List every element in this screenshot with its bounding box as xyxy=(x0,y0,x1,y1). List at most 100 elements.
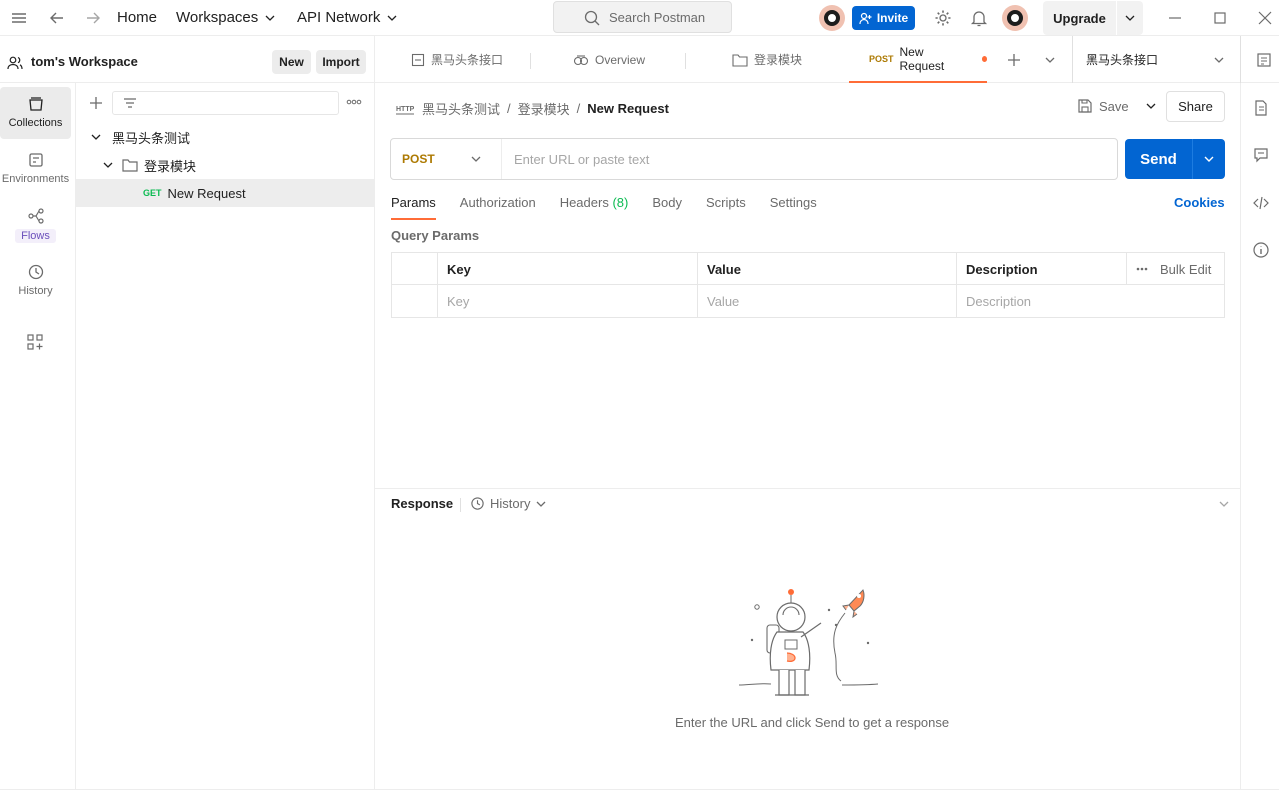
history-icon xyxy=(471,497,484,510)
user-group-icon xyxy=(7,56,23,70)
url-bar: POST xyxy=(390,138,1118,180)
tabs-menu-icon[interactable] xyxy=(1044,54,1056,66)
rail-item-environments[interactable]: Environments xyxy=(0,143,71,195)
collection-filter-input[interactable] xyxy=(112,91,339,115)
response-history-dropdown[interactable]: History xyxy=(470,496,547,511)
tab-headers[interactable]: Headers (8) xyxy=(560,194,629,220)
url-input[interactable] xyxy=(502,139,1117,179)
column-key: Key xyxy=(437,253,697,285)
forward-arrow-icon[interactable] xyxy=(83,8,103,28)
rail-item-history[interactable]: History xyxy=(0,255,71,307)
tab-api[interactable]: 黑马头条接口 xyxy=(411,36,503,83)
astronaut-illustration xyxy=(737,585,882,700)
environments-icon xyxy=(28,153,43,167)
method-select[interactable]: POST xyxy=(391,139,502,179)
add-collection-icon[interactable] xyxy=(88,95,104,111)
environment-select[interactable]: 黑马头条接口 xyxy=(1086,36,1231,83)
add-tab-icon[interactable] xyxy=(1006,52,1022,68)
method-badge: GET xyxy=(143,188,162,198)
configure-sidebar-icon[interactable] xyxy=(26,333,44,351)
workspace-header: tom's Workspace New Import xyxy=(0,36,375,83)
tab-settings[interactable]: Settings xyxy=(770,194,817,220)
save-button[interactable]: Save xyxy=(1077,98,1157,114)
tab-folder[interactable]: 登录模块 xyxy=(732,36,802,83)
tab-authorization[interactable]: Authorization xyxy=(460,194,536,220)
param-description-input[interactable]: Description xyxy=(956,285,1224,317)
history-icon xyxy=(28,264,43,280)
chevron-down-icon[interactable] xyxy=(1145,100,1157,112)
query-params-title: Query Params xyxy=(391,228,480,243)
chevron-down-icon xyxy=(471,156,481,162)
search-placeholder: Search Postman xyxy=(609,9,706,25)
breadcrumb-current[interactable]: New Request xyxy=(587,101,669,116)
chevron-down-icon xyxy=(265,15,275,21)
search-icon xyxy=(584,10,600,26)
new-button[interactable]: New xyxy=(272,50,311,74)
tree-request[interactable]: GET New Request xyxy=(76,179,374,207)
tab-params[interactable]: Params xyxy=(391,194,436,220)
add-user-icon xyxy=(859,12,872,24)
param-key-input[interactable]: Key xyxy=(437,285,697,317)
collapse-response-icon[interactable] xyxy=(1218,498,1230,510)
back-arrow-icon[interactable] xyxy=(47,8,67,28)
more-options-icon[interactable] xyxy=(1136,266,1148,272)
tab-body[interactable]: Body xyxy=(652,194,682,220)
upgrade-button[interactable]: Upgrade xyxy=(1043,1,1143,35)
team-avatar[interactable] xyxy=(819,5,845,31)
table-row: Key Value Description xyxy=(392,285,1224,317)
menu-icon[interactable] xyxy=(9,8,29,28)
code-icon[interactable] xyxy=(1252,194,1270,212)
breadcrumb-collection[interactable]: 黑马头条测试 xyxy=(422,99,500,118)
save-icon xyxy=(1078,99,1092,113)
tree-collection[interactable]: 黑马头条测试 xyxy=(76,123,374,151)
maximize-icon[interactable] xyxy=(1210,8,1230,28)
cookies-link[interactable]: Cookies xyxy=(1174,195,1225,210)
response-empty-hint: Enter the URL and click Send to get a re… xyxy=(675,715,950,730)
filter-icon xyxy=(124,98,136,108)
svg-text:HTTP: HTTP xyxy=(396,106,415,113)
tab-scripts[interactable]: Scripts xyxy=(706,194,746,220)
left-rail: Collections Environments Flows History xyxy=(0,83,76,789)
param-value-input[interactable]: Value xyxy=(697,285,956,317)
nav-home[interactable]: Home xyxy=(117,9,157,26)
rail-item-flows[interactable]: Flows xyxy=(0,199,71,251)
bell-icon[interactable] xyxy=(969,8,989,28)
import-button[interactable]: Import xyxy=(316,50,366,74)
bulk-edit-button[interactable]: Bulk Edit xyxy=(1126,253,1224,285)
tree-folder[interactable]: 登录模块 xyxy=(76,151,374,179)
query-params-table: Key Value Description Bulk Edit Key Valu… xyxy=(391,252,1225,318)
right-rail xyxy=(1240,83,1279,789)
response-divider[interactable] xyxy=(375,488,1240,489)
invite-button[interactable]: Invite xyxy=(852,6,915,30)
chevron-down-icon xyxy=(91,134,101,140)
gear-icon[interactable] xyxy=(933,8,953,28)
request-tabs: Params Authorization Headers (8) Body Sc… xyxy=(391,194,841,220)
tab-new-request[interactable]: POST New Request xyxy=(849,36,987,83)
more-options-icon[interactable] xyxy=(346,96,362,108)
workspace-title[interactable]: tom's Workspace xyxy=(31,54,138,69)
close-icon[interactable] xyxy=(1255,8,1275,28)
rail-item-collections[interactable]: Collections xyxy=(0,87,71,139)
tab-overview[interactable]: Overview xyxy=(573,36,645,83)
minimize-icon[interactable] xyxy=(1165,8,1185,28)
breadcrumb: HTTP 黑马头条测试 / 登录模块 / New Request xyxy=(396,99,669,118)
documentation-icon[interactable] xyxy=(1252,99,1270,117)
info-icon[interactable] xyxy=(1252,241,1270,259)
nav-workspaces[interactable]: Workspaces xyxy=(176,9,276,26)
folder-icon xyxy=(732,53,748,67)
send-button[interactable]: Send xyxy=(1125,139,1225,179)
chevron-down-icon[interactable] xyxy=(1193,153,1225,165)
breadcrumb-folder[interactable]: 登录模块 xyxy=(518,99,570,118)
chevron-down-icon[interactable] xyxy=(1117,12,1143,24)
comments-icon[interactable] xyxy=(1252,146,1270,164)
user-avatar[interactable] xyxy=(1002,5,1028,31)
tab-bar: 黑马头条接口 Overview 登录模块 POST New Request 黑马… xyxy=(375,36,1279,83)
share-button[interactable]: Share xyxy=(1166,91,1225,122)
global-search[interactable]: Search Postman xyxy=(553,1,732,33)
environment-quicklook-icon[interactable] xyxy=(1256,52,1272,68)
top-bar: Home Workspaces API Network Search Postm… xyxy=(0,0,1279,36)
chevron-down-icon xyxy=(387,15,397,21)
column-description: Description xyxy=(956,253,1126,285)
api-icon xyxy=(411,53,425,66)
nav-api-network[interactable]: API Network xyxy=(297,9,398,26)
